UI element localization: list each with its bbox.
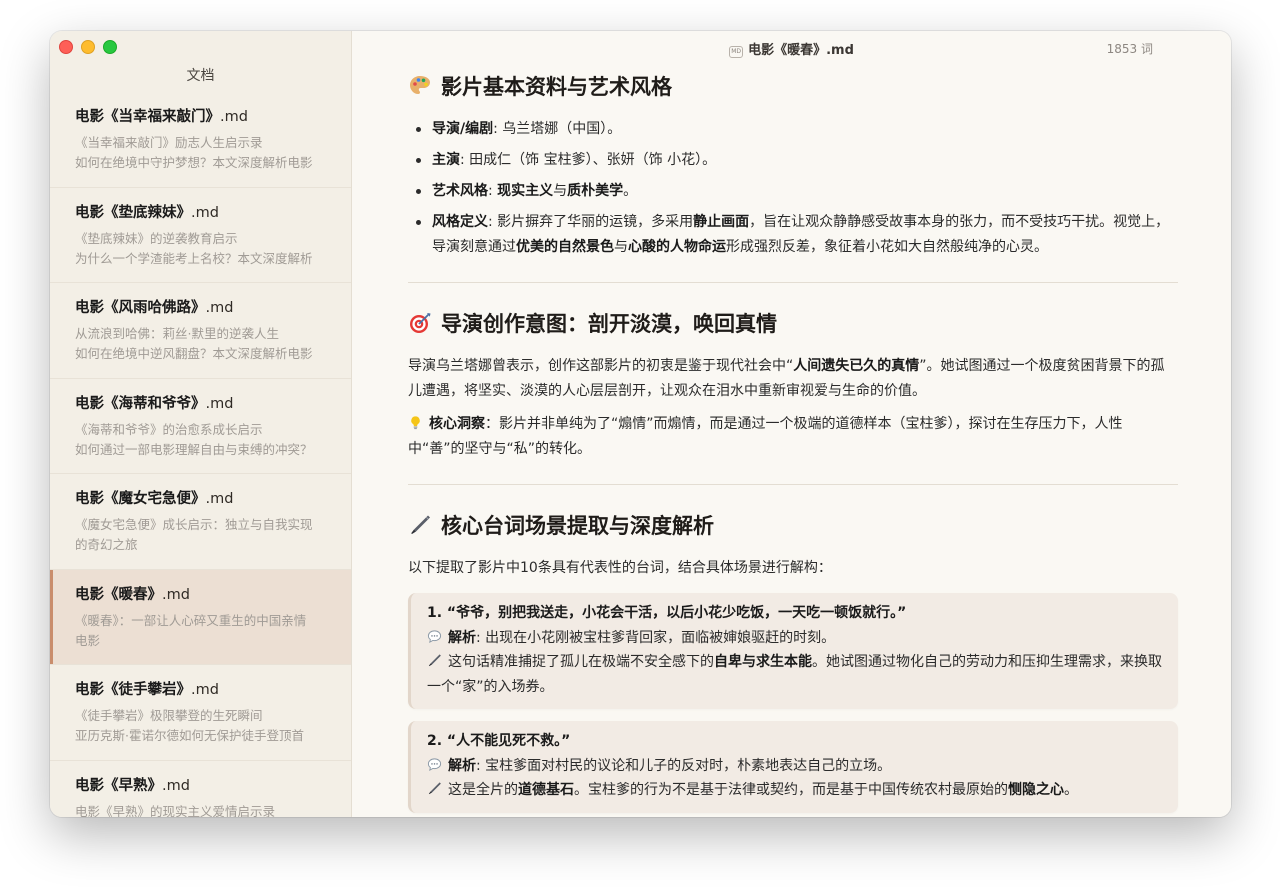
document-extension: .md bbox=[220, 109, 248, 125]
info-list: 导演/编剧: 乌兰塔娜（中国）。 主演: 田成仁（饰 宝柱爹）、张妍（饰 小花）… bbox=[408, 117, 1178, 260]
document-title: 电影《早熟》 bbox=[75, 777, 162, 794]
document-summary: 从流浪到哈佛：莉丝·默里的逆袭人生 bbox=[75, 326, 279, 341]
section-title: 核心台词场景提取与深度解析 bbox=[441, 514, 714, 538]
speech-bubble-icon bbox=[427, 757, 442, 771]
pen-icon bbox=[411, 515, 430, 534]
speech-bubble-icon bbox=[427, 629, 442, 643]
document-item[interactable]: 电影《当幸福来敲门》.md 《当幸福来敲门》励志人生启示录 如何在绝境中守护梦想… bbox=[50, 92, 351, 188]
document-title: 电影《暖春》 bbox=[75, 586, 162, 603]
divider bbox=[408, 484, 1178, 485]
document-item-active[interactable]: 电影《暖春》.md 《暖春》：一部让人心碎又重生的中国亲情 电影 bbox=[50, 569, 351, 665]
pen-icon bbox=[428, 654, 441, 667]
document-summary: 如何在绝境中逆风翻盘？本文深度解析电影 bbox=[75, 346, 313, 361]
document-extension: .md bbox=[205, 395, 234, 412]
editor-pane[interactable]: MD 电影《暖春》.md 1853 词 影片基本资料与艺术风格 导演/编剧: 乌兰… bbox=[352, 31, 1231, 817]
document-title: 电影《徒手攀岩》 bbox=[75, 682, 191, 698]
document-item[interactable]: 电影《垫底辣妹》.md 《垫底辣妹》的逆袭教育启示 为什么一个学渣能考上名校？本… bbox=[50, 188, 351, 283]
palette-icon bbox=[410, 76, 430, 94]
minimize-button[interactable] bbox=[81, 40, 95, 54]
divider bbox=[408, 282, 1178, 283]
document-extension: .md bbox=[205, 491, 234, 507]
document-title: 电影《当幸福来敲门》 bbox=[75, 109, 220, 125]
document-summary: 《暖春》：一部让人心碎又重生的中国亲情 bbox=[75, 612, 307, 628]
maximize-button[interactable] bbox=[103, 40, 117, 54]
list-item: 主演: 田成仁（饰 宝柱爹）、张妍（饰 小花）。 bbox=[408, 148, 1178, 173]
document-title: 电影《垫底辣妹》 bbox=[75, 204, 191, 221]
document-item[interactable]: 电影《魔女宅急便》.md 《魔女宅急便》成长启示：独立与自我实现 的奇幻之旅 bbox=[50, 474, 351, 570]
document-summary: 《当幸福来敲门》励志人生启示录 bbox=[75, 135, 263, 150]
document-title: 电影《魔女宅急便》 bbox=[75, 491, 206, 507]
document-title: 电影《海蒂和爷爷》 bbox=[75, 395, 206, 412]
document-item[interactable]: 电影《海蒂和爷爷》.md 《海蒂和爷爷》的治愈系成长启示 如何通过一部电影理解自… bbox=[50, 379, 351, 474]
title-bar: MD 电影《暖春》.md 1853 词 bbox=[352, 31, 1231, 65]
document-item[interactable]: 电影《风雨哈佛路》.md 从流浪到哈佛：莉丝·默里的逆袭人生 如何在绝境中逆风翻… bbox=[50, 283, 351, 379]
quote-card: 1. “爷爷，别把我送走，小花会干活，以后小花少吃饭，一天吃一顿饭就行。” 解析… bbox=[408, 593, 1178, 709]
document-summary: 《海蒂和爷爷》的治愈系成长启示 bbox=[75, 421, 263, 437]
pen-icon bbox=[428, 782, 441, 795]
document-summary: 为什么一个学渣能考上名校？本文深度解析 bbox=[75, 250, 313, 266]
document-extension: .md bbox=[162, 586, 190, 603]
document-summary: 《徒手攀岩》极限攀登的生死瞬间 bbox=[75, 708, 263, 723]
document-summary: 如何在绝境中守护梦想？本文深度解析电影 bbox=[75, 155, 313, 170]
list-item: 导演/编剧: 乌兰塔娜（中国）。 bbox=[408, 117, 1178, 142]
sidebar-title: 文档 bbox=[186, 68, 215, 84]
quote-card: 2. “人不能见死不救。” 解析: 宝柱爹面对村民的议论和儿子的反对时，朴素地表… bbox=[408, 721, 1178, 813]
document-summary: 《垫底辣妹》的逆袭教育启示 bbox=[75, 230, 238, 246]
document-content[interactable]: 影片基本资料与艺术风格 导演/编剧: 乌兰塔娜（中国）。 主演: 田成仁（饰 宝… bbox=[408, 71, 1178, 817]
section-heading: 核心台词场景提取与深度解析 bbox=[408, 510, 1178, 540]
paragraph: 以下提取了影片中10条具有代表性的台词，结合具体场景进行解构： bbox=[408, 560, 832, 576]
list-item: 风格定义: 影片摒弃了华丽的运镜，多采用静止画面，旨在让观众静静感受故事本身的张… bbox=[408, 210, 1178, 260]
section-title: 导演创作意图：剖开淡漠，唤回真情 bbox=[441, 312, 777, 336]
close-button[interactable] bbox=[59, 40, 73, 54]
document-summary: 如何通过一部电影理解自由与束缚的冲突？ bbox=[75, 441, 313, 457]
window-controls bbox=[59, 40, 117, 54]
section-title: 影片基本资料与艺术风格 bbox=[441, 75, 672, 99]
document-summary: 电影 bbox=[75, 632, 101, 648]
paragraph: 导演乌兰塔娜曾表示，创作这部影片的初衷是鉴于现代社会中“人间遗失已久的真情”。她… bbox=[408, 358, 1165, 399]
quote-text: 1. “爷爷，别把我送走，小花会干活，以后小花少吃饭，一天吃一顿饭就行。” bbox=[427, 605, 907, 621]
target-icon bbox=[410, 313, 431, 333]
markdown-file-icon: MD bbox=[729, 46, 744, 58]
document-title: 电影《风雨哈佛路》 bbox=[75, 300, 206, 316]
document-extension: .md bbox=[205, 300, 234, 316]
document-summary: 电影《早熟》的现实主义爱情启示录 bbox=[75, 803, 276, 818]
document-extension: .md bbox=[191, 682, 219, 698]
sidebar: 文档 电影《当幸福来敲门》.md 《当幸福来敲门》励志人生启示录 如何在绝境中守… bbox=[50, 31, 352, 817]
lightbulb-icon bbox=[411, 416, 420, 430]
insight-paragraph: 核心洞察：影片并非单纯为了“煽情”而煽情，而是通过一个极端的道德样本（宝柱爹），… bbox=[408, 416, 1123, 457]
section-heading: 导演创作意图：剖开淡漠，唤回真情 bbox=[408, 308, 1178, 338]
document-item[interactable]: 电影《徒手攀岩》.md 《徒手攀岩》极限攀登的生死瞬间 亚历克斯·霍诺尔德如何无… bbox=[50, 665, 351, 761]
list-item: 艺术风格: 现实主义与质朴美学。 bbox=[408, 179, 1178, 204]
quote-text: 2. “人不能见死不救。” bbox=[427, 733, 571, 749]
app-window: 文档 电影《当幸福来敲门》.md 《当幸福来敲门》励志人生启示录 如何在绝境中守… bbox=[50, 31, 1231, 817]
document-summary: 《魔女宅急便》成长启示：独立与自我实现 bbox=[75, 517, 313, 532]
word-count: 1853 词 bbox=[1106, 42, 1153, 56]
document-extension: .md bbox=[191, 204, 219, 221]
document-summary: 的奇幻之旅 bbox=[75, 537, 138, 552]
section-heading: 影片基本资料与艺术风格 bbox=[408, 71, 1178, 101]
document-filename: 电影《暖春》.md bbox=[748, 43, 854, 58]
document-summary: 亚历克斯·霍诺尔德如何无保护徒手登顶首 bbox=[75, 728, 304, 743]
document-list: 电影《当幸福来敲门》.md 《当幸福来敲门》励志人生启示录 如何在绝境中守护梦想… bbox=[50, 92, 351, 817]
document-extension: .md bbox=[162, 777, 190, 794]
document-item[interactable]: 电影《早熟》.md 电影《早熟》的现实主义爱情启示录 bbox=[50, 761, 351, 818]
